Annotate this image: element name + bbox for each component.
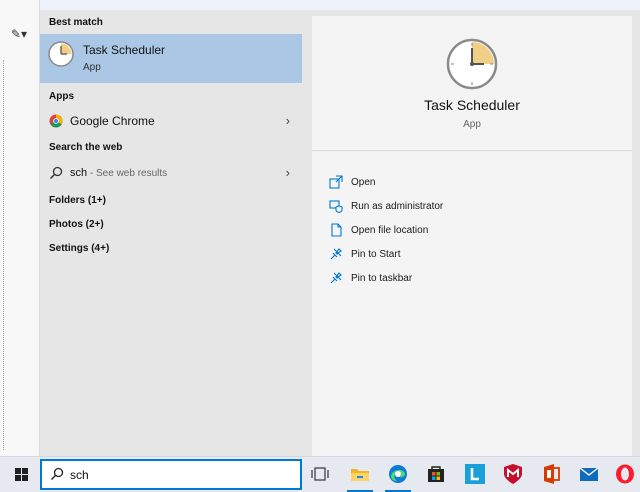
web-search-label: sch - See web results <box>70 167 167 179</box>
menu-edge <box>632 10 640 456</box>
office-icon[interactable] <box>540 463 562 485</box>
mail-icon[interactable] <box>578 463 600 485</box>
mcafee-icon[interactable] <box>502 463 524 485</box>
action-label: Pin to Start <box>351 249 401 260</box>
background-dotted-guide <box>3 60 5 450</box>
category-settings[interactable]: Settings (4+) <box>49 243 109 254</box>
best-match-header: Best match <box>49 17 103 28</box>
search-icon <box>50 166 63 179</box>
chevron-right-icon[interactable]: › <box>286 165 290 180</box>
action-run-as-admin[interactable]: Run as administrator <box>326 197 616 217</box>
store-icon[interactable] <box>425 463 447 485</box>
start-button[interactable] <box>0 457 40 492</box>
action-pin-to-start[interactable]: Pin to Start <box>326 245 616 265</box>
l-app-icon[interactable] <box>464 463 486 485</box>
chrome-icon <box>49 114 63 128</box>
action-pin-to-taskbar[interactable]: Pin to taskbar <box>326 269 616 289</box>
action-label: Pin to taskbar <box>351 273 413 284</box>
app-item-label: Google Chrome <box>70 114 155 128</box>
web-header: Search the web <box>49 142 123 153</box>
pin-icon <box>330 272 342 284</box>
action-label: Run as administrator <box>351 201 444 212</box>
shield-icon <box>329 200 343 213</box>
edge-icon[interactable] <box>387 463 409 485</box>
results-pane: Best match Task Scheduler App Apps Googl… <box>40 10 302 456</box>
start-menu: Best match Task Scheduler App Apps Googl… <box>40 10 640 456</box>
apps-header: Apps <box>49 91 74 102</box>
details-divider <box>312 150 632 151</box>
clock-icon <box>446 38 498 90</box>
opera-icon[interactable] <box>614 463 636 485</box>
search-input[interactable] <box>70 466 290 484</box>
taskbar-search-box[interactable] <box>40 459 302 490</box>
category-folders[interactable]: Folders (1+) <box>49 195 106 206</box>
best-match-item[interactable]: Task Scheduler App <box>40 34 302 83</box>
task-view-icon[interactable] <box>309 463 331 485</box>
best-match-title: Task Scheduler <box>83 43 166 57</box>
taskbar <box>0 456 640 492</box>
action-label: Open <box>351 177 376 188</box>
action-open[interactable]: Open <box>326 173 616 193</box>
chevron-right-icon[interactable]: › <box>286 113 290 128</box>
best-match-subtitle: App <box>83 62 101 73</box>
web-query: sch <box>70 167 88 179</box>
open-icon <box>329 175 343 189</box>
search-icon <box>51 467 64 480</box>
details-pane: Task Scheduler App Open Run as administr… <box>312 16 632 456</box>
details-title: Task Scheduler <box>424 97 520 113</box>
file-icon <box>331 223 342 237</box>
pin-icon <box>330 248 342 260</box>
action-open-file-location[interactable]: Open file location <box>326 221 616 241</box>
details-subtitle: App <box>463 119 481 130</box>
app-item-chrome[interactable]: Google Chrome › <box>40 110 302 132</box>
action-label: Open file location <box>351 225 429 236</box>
clock-icon <box>48 41 74 67</box>
web-suffix: - See web results <box>87 168 168 179</box>
windows-logo-icon <box>15 468 28 481</box>
file-explorer-icon[interactable] <box>349 463 371 485</box>
category-photos[interactable]: Photos (2+) <box>49 219 104 230</box>
web-search-item[interactable]: sch - See web results › <box>40 162 302 184</box>
background-left-bar <box>0 0 40 456</box>
pen-tool-icon[interactable]: ✎▾ <box>11 27 35 41</box>
